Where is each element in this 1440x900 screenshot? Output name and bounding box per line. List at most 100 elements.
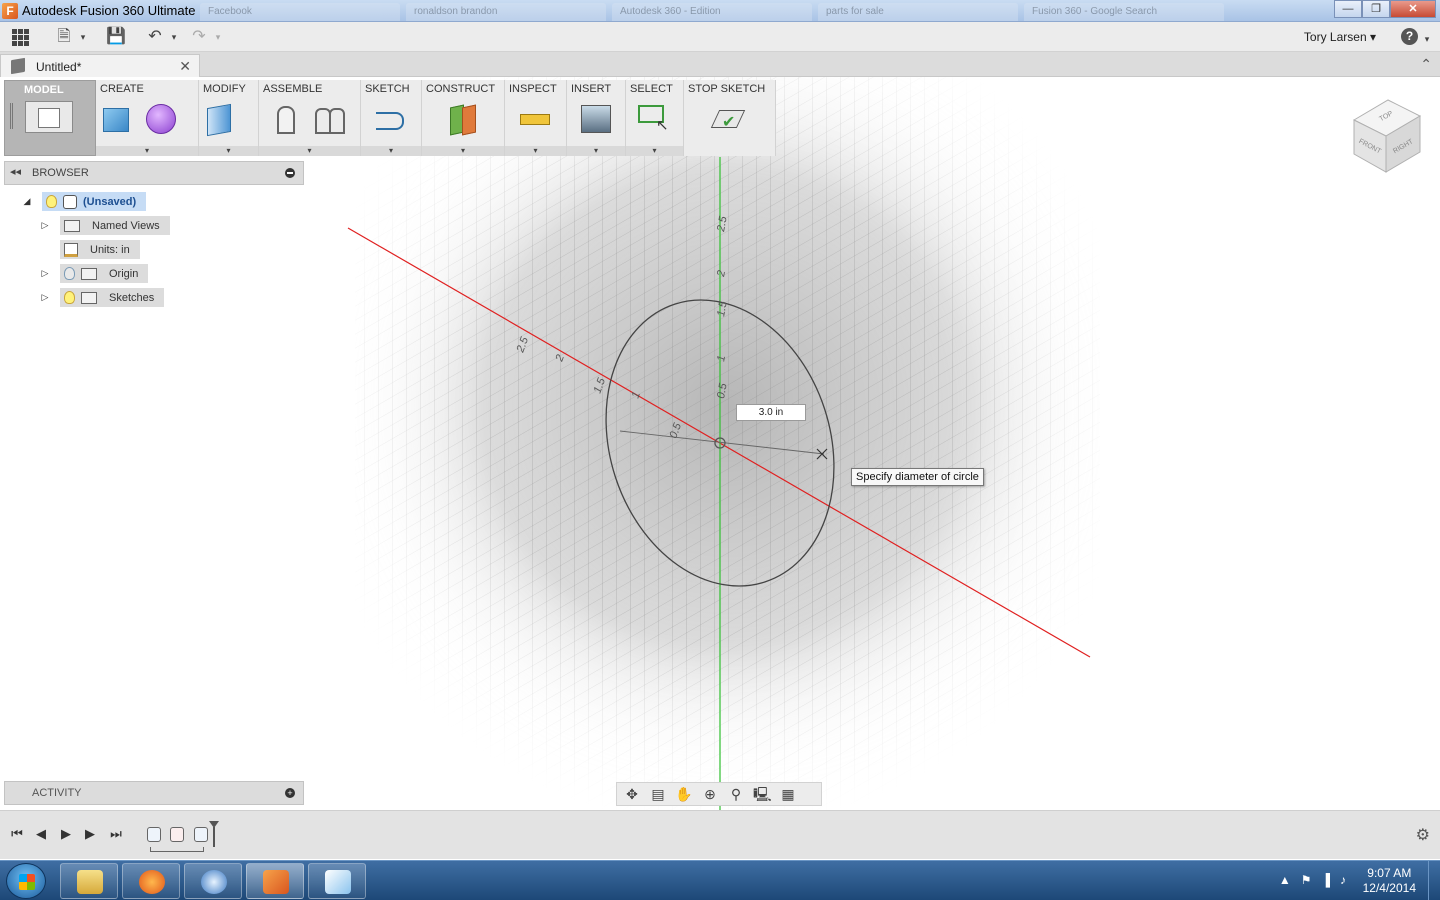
assemble-dropdown-button[interactable]: ▾ xyxy=(259,146,360,156)
tree-item-root[interactable]: ◢ (Unsaved) xyxy=(20,192,147,211)
timeline-first-button[interactable]: ⏮ xyxy=(9,826,25,842)
press-pull-icon[interactable] xyxy=(203,102,235,134)
pan-hand-icon[interactable]: ✋ xyxy=(675,785,693,803)
modeling-canvas[interactable]: 2.5 2 1.5 1 0.5 2.5 2 1.5 1 0.5 xyxy=(0,77,1440,810)
ribbon-grip[interactable] xyxy=(10,103,13,129)
insert-dropdown-button[interactable]: ▾ xyxy=(567,146,625,156)
taskbar-firefox[interactable] xyxy=(122,863,180,899)
collapse-browser-icon[interactable]: ◂◂ xyxy=(10,165,21,178)
background-tab[interactable]: Autodesk 360 - Edition xyxy=(612,3,812,21)
activity-panel-header[interactable]: ACTIVITY + xyxy=(4,781,304,805)
visibility-bulb-icon[interactable] xyxy=(46,195,57,208)
ribbon-group-stop-sketch[interactable]: STOP SKETCH xyxy=(684,80,776,156)
taskbar-paint[interactable] xyxy=(308,863,366,899)
network-signal-icon[interactable]: ▐ xyxy=(1321,873,1330,887)
timeline-step-button[interactable]: ▶ xyxy=(58,826,74,842)
close-window-button[interactable]: ✕ xyxy=(1390,0,1436,18)
show-desktop-button[interactable] xyxy=(1428,861,1440,900)
user-account-menu[interactable]: Tory Larsen ▾ xyxy=(1304,30,1376,44)
ribbon-group-select[interactable]: SELECT ▾ xyxy=(626,80,684,156)
grid-settings-icon[interactable]: ▦ xyxy=(779,785,797,803)
select-window-icon[interactable] xyxy=(636,102,669,134)
tree-item-named-views[interactable]: ▷ Named Views xyxy=(38,216,170,235)
ribbon-group-create[interactable]: CREATE ▾ xyxy=(96,80,199,156)
timeline-settings-gear-icon[interactable]: ⚙ xyxy=(1416,825,1430,845)
file-menu-icon[interactable]: 🗎 xyxy=(55,28,73,46)
joint-icon[interactable] xyxy=(269,102,301,134)
timeline-last-button[interactable]: ⏭ xyxy=(108,826,124,842)
ribbon-group-inspect[interactable]: INSPECT ▾ xyxy=(505,80,567,156)
background-tab[interactable]: parts for sale xyxy=(818,3,1018,21)
redo-dropdown-chevron-icon[interactable]: ▾ xyxy=(209,28,227,46)
visibility-bulb-icon[interactable] xyxy=(64,291,75,304)
data-panel-grid-icon[interactable] xyxy=(12,28,30,46)
collapse-toolbar-chevron-icon[interactable]: ⌃ xyxy=(1420,56,1432,73)
sketch-grid-scene[interactable]: 2.5 2 1.5 1 0.5 2.5 2 1.5 1 0.5 xyxy=(0,77,1440,810)
timeline-marker[interactable] xyxy=(209,821,219,847)
look-at-icon[interactable]: ▤ xyxy=(649,785,667,803)
timeline-sketch-feature-icon[interactable] xyxy=(194,827,208,842)
diameter-dimension-input[interactable]: 3.0 in xyxy=(736,404,806,421)
volume-icon[interactable]: ♪ xyxy=(1340,873,1346,887)
construct-dropdown-button[interactable]: ▾ xyxy=(422,146,504,156)
help-dropdown-chevron-icon[interactable]: ▾ xyxy=(1418,30,1436,48)
document-tab[interactable]: Untitled* ✕ xyxy=(0,54,200,77)
measure-icon[interactable] xyxy=(518,102,550,134)
modify-dropdown-button[interactable]: ▾ xyxy=(199,146,258,156)
tree-expand-arrow-icon[interactable]: ◢ xyxy=(20,196,34,207)
tree-item-origin[interactable]: ▷ Origin xyxy=(38,264,149,283)
orbit-icon[interactable]: ✥ xyxy=(623,785,641,803)
display-settings-icon[interactable]: 🖳 xyxy=(753,785,772,803)
taskbar-explorer[interactable] xyxy=(60,863,118,899)
visibility-bulb-icon[interactable] xyxy=(64,267,75,280)
stop-sketch-icon[interactable] xyxy=(711,102,743,134)
tree-item-units[interactable]: Units: in xyxy=(38,240,140,259)
minimize-browser-icon[interactable] xyxy=(285,168,295,178)
start-button[interactable] xyxy=(6,863,46,899)
ribbon-group-sketch[interactable]: SKETCH ▾ xyxy=(361,80,422,156)
timeline-previous-button[interactable]: ◀ xyxy=(33,826,49,842)
construction-plane-icon[interactable] xyxy=(446,102,478,134)
create-form-sphere-icon[interactable] xyxy=(144,102,176,134)
tree-item-sketches[interactable]: ▷ Sketches xyxy=(38,288,165,307)
show-hidden-icons-icon[interactable]: ▲ xyxy=(1279,873,1291,887)
background-tab[interactable]: ronaldson brandon xyxy=(406,3,606,21)
action-center-flag-icon[interactable]: ⚑ xyxy=(1301,873,1312,887)
timeline-feature-error-icon[interactable] xyxy=(170,827,184,842)
undo-icon[interactable]: ↶ xyxy=(146,28,164,46)
tree-expand-arrow-icon[interactable]: ▷ xyxy=(38,292,52,303)
sketch-line-icon[interactable] xyxy=(373,102,405,134)
taskbar-fusion-360[interactable] xyxy=(246,863,304,899)
background-tab[interactable]: Fusion 360 - Google Search xyxy=(1024,3,1224,21)
sketch-dropdown-button[interactable]: ▾ xyxy=(361,146,421,156)
tree-expand-arrow-icon[interactable]: ▷ xyxy=(38,268,52,279)
ribbon-group-construct[interactable]: CONSTRUCT ▾ xyxy=(422,80,505,156)
taskbar-messenger[interactable] xyxy=(184,863,242,899)
select-dropdown-button[interactable]: ▾ xyxy=(626,146,683,156)
ribbon-group-modify[interactable]: MODIFY ▾ xyxy=(199,80,259,156)
file-dropdown-chevron-icon[interactable]: ▾ xyxy=(74,28,92,46)
close-document-icon[interactable]: ✕ xyxy=(179,58,191,75)
fit-zoom-icon[interactable]: ⚲ xyxy=(727,785,745,803)
as-built-joint-icon[interactable] xyxy=(313,102,345,134)
save-icon[interactable]: 💾 xyxy=(106,28,126,46)
create-box-icon[interactable] xyxy=(100,102,132,134)
inspect-dropdown-button[interactable]: ▾ xyxy=(505,146,566,156)
create-dropdown-button[interactable]: ▾ xyxy=(96,146,198,156)
browser-panel-header[interactable]: ◂◂ BROWSER xyxy=(4,161,304,185)
background-tab[interactable]: Facebook xyxy=(200,3,400,21)
timeline-feature-icon[interactable] xyxy=(147,827,161,842)
ribbon-group-assemble[interactable]: ASSEMBLE ▾ xyxy=(259,80,361,156)
tree-expand-arrow-icon[interactable]: ▷ xyxy=(38,220,52,231)
undo-dropdown-chevron-icon[interactable]: ▾ xyxy=(165,28,183,46)
insert-image-icon[interactable] xyxy=(579,102,611,134)
zoom-icon[interactable]: ⊕ xyxy=(701,785,719,803)
redo-icon[interactable]: ↷ xyxy=(190,28,208,46)
timeline-play-button[interactable]: ▶ xyxy=(82,826,98,842)
maximize-button[interactable]: ❐ xyxy=(1362,0,1390,18)
help-icon[interactable]: ? xyxy=(1401,28,1418,45)
ribbon-group-insert[interactable]: INSERT ▾ xyxy=(567,80,626,156)
expand-activity-icon[interactable]: + xyxy=(285,788,295,798)
view-cube[interactable]: TOP FRONT RIGHT xyxy=(1350,96,1424,174)
taskbar-clock[interactable]: 9:07 AM 12/4/2014 xyxy=(1363,866,1416,896)
